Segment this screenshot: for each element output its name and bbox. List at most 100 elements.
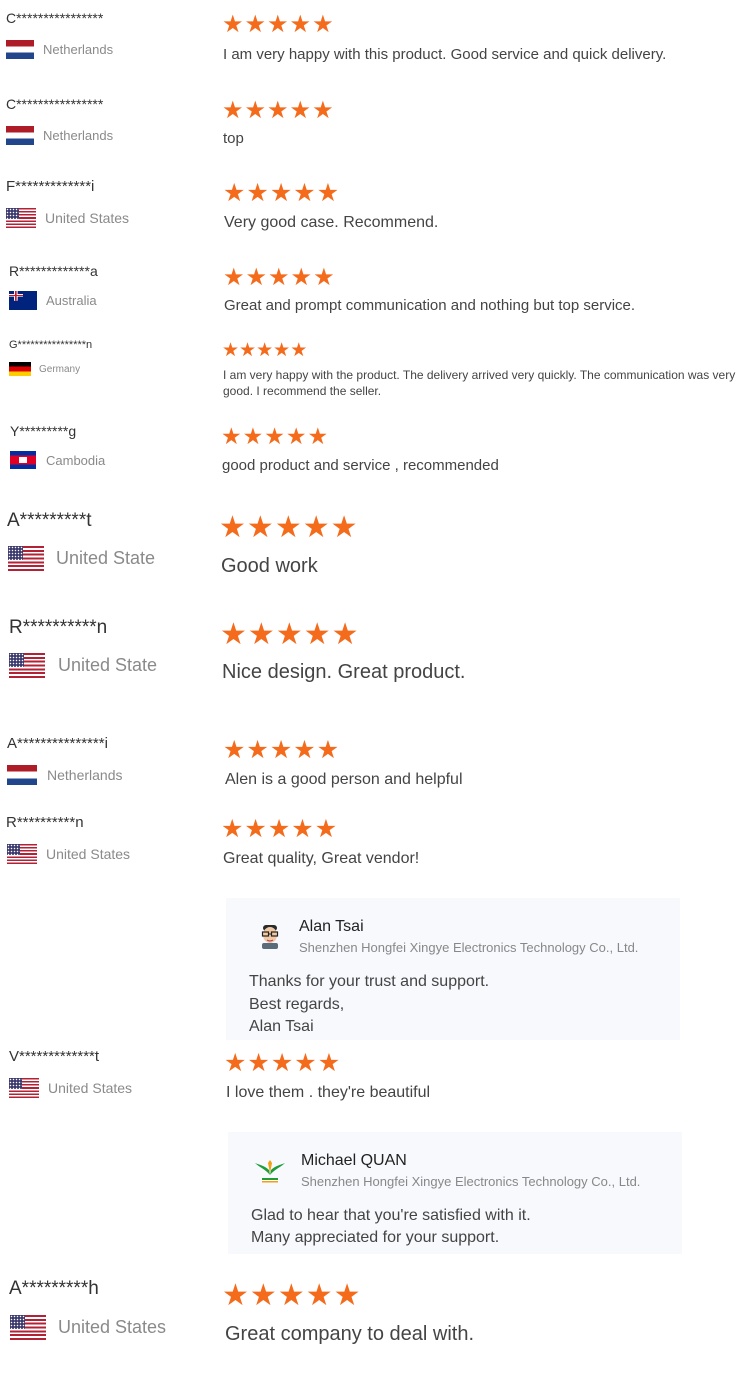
star-icon: ★ bbox=[316, 736, 341, 764]
person-avatar-icon bbox=[256, 922, 284, 950]
star-icon: ★ bbox=[223, 179, 247, 207]
country-label: Australia bbox=[46, 293, 97, 308]
buyer-name: C**************** bbox=[6, 96, 104, 112]
seller-reply: Michael QUAN Shenzhen Hongfei Xingye Ele… bbox=[228, 1132, 682, 1254]
star-rating: ★ ★ ★ ★ ★ bbox=[223, 178, 340, 208]
buyer-country: United State bbox=[8, 546, 155, 571]
star-icon: ★ bbox=[294, 1049, 318, 1077]
reply-text-line: Thanks for your trust and support. bbox=[249, 973, 490, 990]
star-icon: ★ bbox=[316, 179, 341, 207]
star-icon: ★ bbox=[222, 340, 240, 361]
kh-flag-icon bbox=[10, 451, 36, 469]
star-icon: ★ bbox=[222, 11, 245, 38]
star-icon: ★ bbox=[256, 340, 274, 361]
star-icon: ★ bbox=[291, 815, 315, 843]
buyer-name: F*************i bbox=[6, 178, 95, 195]
star-rating: ★ ★ ★ ★ ★ bbox=[219, 510, 359, 545]
reply-text-line: Glad to hear that you're satisfied with … bbox=[251, 1207, 531, 1224]
buyer-name: G****************n bbox=[9, 339, 93, 351]
seller-reply: Alan Tsai Shenzhen Hongfei Xingye Electr… bbox=[226, 898, 680, 1040]
star-icon: ★ bbox=[244, 815, 268, 843]
star-icon: ★ bbox=[246, 511, 275, 544]
star-icon: ★ bbox=[312, 11, 335, 38]
star-rating: ★ ★ ★ ★ ★ bbox=[223, 735, 340, 765]
nl-flag-icon bbox=[6, 126, 34, 145]
star-icon: ★ bbox=[221, 423, 243, 449]
country-label: Netherlands bbox=[43, 42, 114, 57]
star-rating: ★ ★ ★ ★ ★ bbox=[222, 339, 307, 362]
buyer-country: Netherlands bbox=[6, 126, 113, 145]
star-icon: ★ bbox=[242, 423, 265, 449]
review-comment: top bbox=[223, 130, 244, 147]
buyer-name: A*********t bbox=[7, 510, 92, 531]
review-comment: good product and service , recommended bbox=[222, 457, 499, 474]
star-rating: ★ ★ ★ ★ ★ bbox=[224, 1048, 341, 1078]
star-icon: ★ bbox=[219, 511, 247, 544]
star-icon: ★ bbox=[247, 618, 276, 651]
star-icon: ★ bbox=[293, 179, 317, 207]
star-icon: ★ bbox=[270, 1049, 295, 1077]
country-label: Netherlands bbox=[47, 767, 123, 783]
star-rating: ★ ★ ★ ★ ★ bbox=[222, 96, 335, 125]
review-comment: Great quality, Great vendor! bbox=[223, 850, 420, 867]
star-icon: ★ bbox=[268, 264, 291, 291]
star-icon: ★ bbox=[330, 511, 359, 544]
star-rating: ★ ★ ★ ★ ★ bbox=[221, 423, 329, 450]
review-comment: I am very happy with the product. The de… bbox=[223, 368, 736, 398]
star-rating: ★ ★ ★ ★ ★ bbox=[223, 263, 336, 292]
review-comment: Great and prompt communication and nothi… bbox=[224, 297, 636, 314]
star-icon: ★ bbox=[314, 815, 339, 843]
star-icon: ★ bbox=[245, 264, 269, 291]
star-icon: ★ bbox=[331, 618, 360, 651]
reply-company-name: Shenzhen Hongfei Xingye Electronics Tech… bbox=[299, 940, 639, 955]
country-label: United States bbox=[58, 1317, 167, 1337]
buyer-country: United States bbox=[6, 208, 129, 228]
us-flag-icon bbox=[9, 1078, 39, 1098]
country-label: United States bbox=[48, 1080, 133, 1096]
buyer-name: R**********n bbox=[9, 617, 108, 638]
star-icon: ★ bbox=[269, 179, 294, 207]
review-comment: I am very happy with this product. Good … bbox=[223, 46, 667, 63]
star-icon: ★ bbox=[289, 97, 313, 124]
star-icon: ★ bbox=[221, 815, 245, 843]
star-icon: ★ bbox=[244, 97, 268, 124]
review-comment: Alen is a good person and helpful bbox=[225, 771, 463, 788]
star-icon: ★ bbox=[223, 264, 246, 291]
us-flag-icon bbox=[10, 1315, 46, 1340]
reply-text-line: Alan Tsai bbox=[249, 1018, 314, 1035]
star-icon: ★ bbox=[224, 1049, 248, 1077]
star-icon: ★ bbox=[277, 1279, 306, 1312]
country-label: Cambodia bbox=[46, 452, 106, 468]
reply-company-name: Shenzhen Hongfei Xingye Electronics Tech… bbox=[301, 1174, 641, 1189]
us-flag-icon bbox=[9, 653, 45, 678]
country-label: United States bbox=[46, 846, 131, 862]
review-comment: I love them . they're beautiful bbox=[226, 1084, 431, 1101]
star-icon: ★ bbox=[293, 736, 317, 764]
nl-flag-icon bbox=[6, 40, 34, 59]
buyer-country: Netherlands bbox=[6, 40, 113, 59]
reply-text-line: Best regards, bbox=[249, 996, 345, 1013]
star-rating: ★ ★ ★ ★ ★ bbox=[220, 617, 360, 652]
buyer-country: United States bbox=[7, 844, 130, 864]
star-icon: ★ bbox=[285, 423, 308, 449]
review-comment: Great company to deal with. bbox=[225, 1323, 475, 1345]
star-icon: ★ bbox=[220, 618, 248, 651]
buyer-name: V*************t bbox=[9, 1048, 100, 1065]
review-comment: Good work bbox=[221, 555, 318, 577]
star-icon: ★ bbox=[249, 1279, 278, 1312]
star-icon: ★ bbox=[312, 97, 335, 124]
star-icon: ★ bbox=[333, 1279, 362, 1312]
star-icon: ★ bbox=[307, 423, 330, 449]
star-icon: ★ bbox=[264, 423, 286, 449]
star-icon: ★ bbox=[275, 618, 304, 651]
star-icon: ★ bbox=[269, 736, 294, 764]
country-label: United States bbox=[45, 210, 130, 226]
buyer-country: United States bbox=[10, 1315, 166, 1340]
buyer-name: A*********h bbox=[9, 1278, 99, 1299]
us-flag-icon bbox=[8, 546, 44, 571]
star-icon: ★ bbox=[305, 1279, 334, 1312]
star-icon: ★ bbox=[273, 340, 291, 361]
buyer-name: R*************a bbox=[9, 263, 98, 279]
review-comment: Nice design. Great product. bbox=[222, 661, 466, 683]
company-logo-icon bbox=[252, 1156, 288, 1186]
